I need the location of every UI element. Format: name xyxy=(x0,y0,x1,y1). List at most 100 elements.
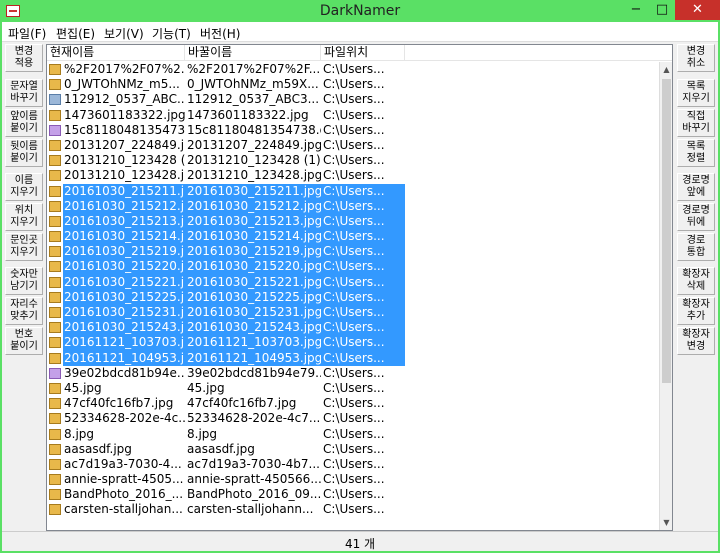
header-current-name[interactable]: 현재이름 xyxy=(47,45,185,61)
close-button[interactable]: ✕ xyxy=(675,0,720,20)
direct-rename-button[interactable]: 직접 바꾸기 xyxy=(677,109,715,137)
table-row[interactable]: 15c8118048135473... 15c81180481354738.gif… xyxy=(47,123,659,138)
location-cell: C:\Users... xyxy=(323,472,385,487)
table-row[interactable]: 20161030_215225.jpg20161030_215225.jpgC:… xyxy=(47,289,659,305)
path-prefix-button[interactable]: 경로명 앞에 xyxy=(677,173,715,201)
table-row[interactable]: 20131210_123428 (... 20131210_123428 (1).… xyxy=(47,153,659,168)
merge-path-button[interactable]: 경로 통합 xyxy=(677,233,715,261)
current-name-cell: annie-spratt-4505... xyxy=(64,472,184,487)
table-row[interactable]: ac7d19a3-7030-4... ac7d19a3-7030-4b7... C:… xyxy=(47,457,659,472)
image-file-icon xyxy=(49,109,61,121)
table-row[interactable]: 20161030_215231.jpg20161030_215231.jpgC:… xyxy=(47,305,659,321)
new-name-cell: 20161030_215211.jpg xyxy=(185,183,321,199)
table-row[interactable]: carsten-stalljohan... carsten-stalljohann… xyxy=(47,502,659,517)
new-name-cell: 20161030_215214.jpg xyxy=(185,229,321,245)
table-row[interactable]: 45.jpg 45.jpg C:\Users... xyxy=(47,381,659,396)
new-name-cell: 20161121_103703.jpg xyxy=(185,335,321,351)
table-row[interactable]: 20161121_103703.jpg20161121_103703.jpgC:… xyxy=(47,335,659,351)
table-row[interactable]: %2F2017%2F07%2... %2F2017%2F07%2F... C:\Us… xyxy=(47,62,659,77)
image-file-icon xyxy=(49,139,61,151)
current-name-cell: 20131207_224849.jpg xyxy=(64,137,185,152)
scroll-up-icon[interactable]: ▲ xyxy=(660,62,672,77)
image-file-icon xyxy=(49,261,61,273)
image-file-icon xyxy=(49,428,61,440)
current-name-cell: 20161121_104953.jpg xyxy=(63,350,185,366)
location-cell: C:\Users... xyxy=(323,411,385,426)
location-cell: C:\Users... xyxy=(321,274,405,290)
current-name-cell: 20161030_215211.jpg xyxy=(63,183,185,199)
sort-list-button[interactable]: 목록 정렬 xyxy=(677,139,715,167)
prefix-name-button[interactable]: 앞이름 붙이기 xyxy=(5,109,43,137)
location-cell: C:\Users... xyxy=(323,168,385,183)
table-row[interactable]: 20161030_215211.jpg20161030_215211.jpgC:… xyxy=(47,183,659,199)
clear-list-button[interactable]: 목록 지우기 xyxy=(677,79,715,107)
location-cell: C:\Users... xyxy=(321,213,405,230)
table-row[interactable]: 0_JWTOhNMz_m5... 0_JWTOhNMz_m59X... C:\Use… xyxy=(47,77,659,92)
table-row[interactable]: 20161121_104953.jpg20161121_104953.jpgC:… xyxy=(47,350,659,366)
apply-change-button[interactable]: 변경 적용 xyxy=(5,44,43,72)
location-cell: C:\Users... xyxy=(323,396,385,411)
menu-bar: 파일(F) 편집(E) 보기(V) 기능(T) 버전(H) xyxy=(2,22,718,42)
delete-extension-button[interactable]: 확장자 삭제 xyxy=(677,267,715,295)
table-row[interactable]: 20161030_215243.jpg20161030_215243.jpgC:… xyxy=(47,320,659,336)
path-suffix-button[interactable]: 경로명 뒤에 xyxy=(677,203,715,231)
keep-numbers-button[interactable]: 숫자만 남기기 xyxy=(5,267,43,295)
scroll-thumb[interactable] xyxy=(662,79,671,383)
table-row[interactable]: 20161030_215212.jpg20161030_215212.jpgC:… xyxy=(47,198,659,214)
table-row[interactable]: annie-spratt-4505... annie-spratt-450566.… xyxy=(47,472,659,487)
menu-file[interactable]: 파일(F) xyxy=(8,25,46,42)
new-name-cell: 20131207_224849.jpg xyxy=(187,137,321,152)
table-row[interactable]: 20161030_215221.jpg20161030_215221.jpgC:… xyxy=(47,274,659,290)
location-cell: C:\Users... xyxy=(323,380,385,395)
maximize-button[interactable]: □ xyxy=(649,0,675,20)
table-row[interactable]: 20161030_215220.jpg20161030_215220.jpgC:… xyxy=(47,259,659,275)
table-row[interactable]: 20161030_215219.jpg20161030_215219.jpgC:… xyxy=(47,244,659,260)
image-file-icon xyxy=(49,504,61,516)
location-cell: C:\Users... xyxy=(321,259,405,275)
table-row[interactable]: aasasdf.jpg aasasdf.jpg C:\Users... xyxy=(47,442,659,457)
table-row[interactable]: 47cf40fc16fb7.jpg 47cf40fc16fb7.jpg C:\Use… xyxy=(47,396,659,411)
pad-digits-button[interactable]: 자리수 맞추기 xyxy=(5,297,43,325)
table-row[interactable]: 8.jpg 8.jpg C:\Users... xyxy=(47,427,659,442)
suffix-name-button[interactable]: 뒷이름 붙이기 xyxy=(5,139,43,167)
file-list[interactable]: 현재이름 바꿀이름 파일위치 %2F2017%2F07%2... %2F2017%… xyxy=(46,44,673,531)
menu-view[interactable]: 보기(V) xyxy=(104,25,144,42)
menu-edit[interactable]: 편집(E) xyxy=(56,25,95,42)
undo-change-button[interactable]: 변경 취소 xyxy=(677,44,715,72)
new-name-cell: 112912_0537_ABC3... xyxy=(187,92,320,107)
table-row[interactable]: 20161030_215214.jpg20161030_215214.jpgC:… xyxy=(47,229,659,245)
new-name-cell: aasasdf.jpg xyxy=(187,441,255,456)
delete-name-button[interactable]: 이름 지우기 xyxy=(5,173,43,201)
image-file-icon xyxy=(49,124,61,136)
add-number-button[interactable]: 번호 붙이기 xyxy=(5,327,43,355)
current-name-cell: 20161121_103703.jpg xyxy=(63,335,185,351)
table-row[interactable]: 39e02bdcd81b94e... 39e02bdcd81b94e79... C:… xyxy=(47,366,659,381)
scroll-down-icon[interactable]: ▼ xyxy=(660,515,672,530)
replace-string-button[interactable]: 문자열 바꾸기 xyxy=(5,79,43,107)
current-name-cell: 47cf40fc16fb7.jpg xyxy=(64,396,174,411)
delete-chars-button[interactable]: 문인곳 지우기 xyxy=(5,233,43,261)
table-row[interactable]: 112912_0537_ABC... 112912_0537_ABC3... C:\… xyxy=(47,92,659,107)
new-name-cell: 15c81180481354738.gif xyxy=(187,122,321,137)
location-cell: C:\Users... xyxy=(323,365,385,380)
vertical-scrollbar[interactable]: ▲ ▼ xyxy=(659,62,672,530)
table-row[interactable]: BandPhoto_2016_... BandPhoto_2016_09... C:… xyxy=(47,487,659,502)
delete-position-button[interactable]: 위치 지우기 xyxy=(5,203,43,231)
table-row[interactable]: 20131210_123428.jpg20131210_123428.jpgC:… xyxy=(47,168,659,183)
menu-function[interactable]: 기능(T) xyxy=(152,25,191,42)
title-bar[interactable]: DarkNamer − □ ✕ xyxy=(0,0,720,22)
table-row[interactable]: 20131207_224849.jpg20131207_224849.jpgC:… xyxy=(47,138,659,153)
image-file-icon xyxy=(49,443,61,455)
image-file-icon xyxy=(49,155,61,167)
menu-version[interactable]: 버전(H) xyxy=(200,25,240,42)
table-row[interactable]: 52334628-202e-4c... 52334628-202e-4c7... C… xyxy=(47,411,659,426)
header-new-name[interactable]: 바꿀이름 xyxy=(185,45,321,61)
change-extension-button[interactable]: 확장자 변경 xyxy=(677,327,715,355)
add-extension-button[interactable]: 확장자 추가 xyxy=(677,297,715,325)
header-location[interactable]: 파일위치 xyxy=(321,45,405,61)
minimize-button[interactable]: − xyxy=(623,0,649,20)
location-cell: C:\Users... xyxy=(323,122,385,137)
table-row[interactable]: 20161030_215213.jpg20161030_215213.jpgC:… xyxy=(47,213,659,230)
table-row[interactable]: 1473601183322.jpg 1473601183322.jpg C:\Use… xyxy=(47,108,659,123)
location-cell: C:\Users... xyxy=(323,502,385,517)
